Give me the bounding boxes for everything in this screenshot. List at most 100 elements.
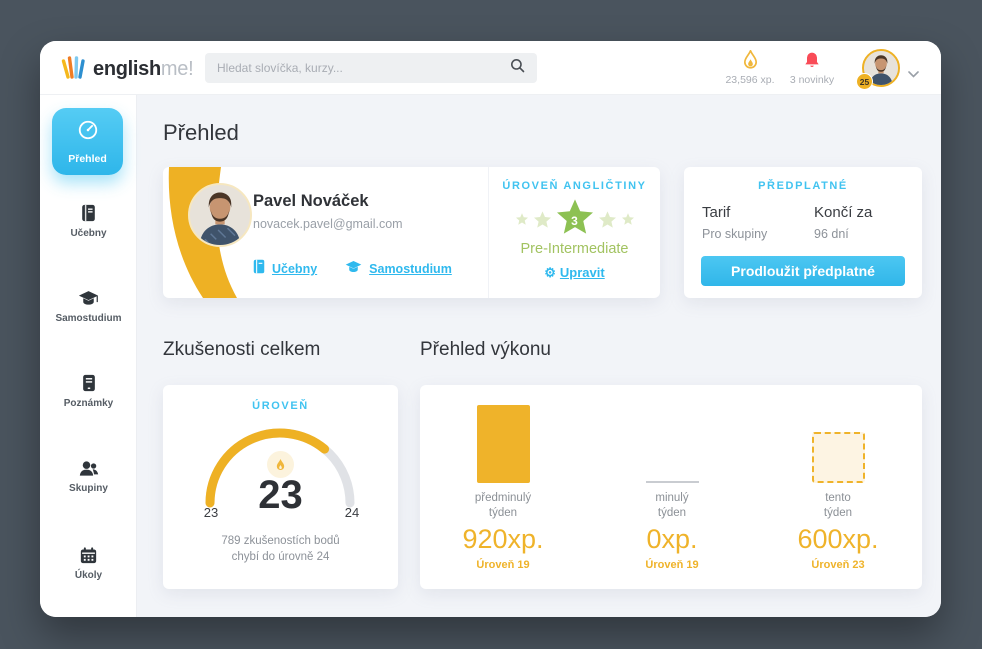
gauge-caption-line1: 789 zkušenostích bodů: [163, 533, 398, 549]
xp-section-title: Zkušenosti celkem: [163, 339, 320, 361]
calendar-icon: [40, 545, 137, 565]
current-level-value: 23: [163, 473, 398, 518]
dashboard-icon: [77, 119, 99, 146]
week-bar: [812, 432, 865, 483]
logo[interactable]: englishme!: [60, 54, 193, 85]
gauge-caption: 789 zkušenostích bodů chybí do úrovně 24: [163, 533, 398, 565]
header: englishme! 23,596 xp.: [40, 41, 941, 95]
week-bar: [646, 481, 699, 483]
week-xp-value: 920xp.: [462, 524, 543, 555]
xp-gauge-card: ÚROVEŇ 23 23 24 789 zkušenostích bodů ch…: [163, 385, 398, 589]
flame-icon: [275, 458, 286, 472]
graduation-cap-icon: [40, 288, 137, 308]
bell-icon[interactable]: [772, 49, 852, 71]
gauge-title: ÚROVEŇ: [163, 400, 398, 412]
week-xp-value: 600xp.: [797, 524, 878, 555]
search-icon[interactable]: [510, 58, 525, 78]
link-samostudium[interactable]: Samostudium: [345, 259, 452, 279]
week-level: Úroveň 19: [476, 559, 529, 571]
week-label-line2: týden: [475, 506, 531, 521]
sidebar-item-label: Samostudium: [40, 313, 137, 324]
week-label-line1: tento: [824, 491, 852, 506]
people-icon: [40, 458, 137, 478]
profile-links: Učebny Samostudium: [253, 259, 452, 279]
star-icon: [622, 213, 634, 225]
main-content: Přehled Pavel Nováček novacek.pavel@gmai…: [137, 95, 941, 617]
level-name: Pre-Intermediate: [489, 241, 660, 257]
logo-icon: [60, 54, 86, 85]
level-stars: 3: [489, 199, 660, 239]
week-label-line2: týden: [824, 506, 852, 521]
english-level-panel: ÚROVEŇ ANGLIČTINY 3 Pre-Intermediate ⚙ Up…: [489, 167, 660, 298]
week-bar: [477, 405, 530, 483]
level-badge: 25: [856, 73, 873, 90]
sidebar-item-ucebny[interactable]: Učebny: [40, 203, 137, 239]
star-value: 3: [557, 214, 593, 228]
sidebar-item-prehled[interactable]: Přehled: [52, 108, 123, 175]
sidebar-item-label: Poznámky: [40, 398, 137, 409]
subscription-card: PŘEDPLATNÉ Tarif Pro skupiny Končí za 96…: [684, 167, 922, 298]
extend-subscription-button[interactable]: Prodloužit předplatné: [701, 256, 905, 286]
book-icon: [253, 259, 265, 279]
sidebar-item-label: Přehled: [68, 153, 107, 165]
book-icon: [40, 203, 137, 223]
expiry-value: 96 dní: [814, 227, 849, 241]
star-icon: [516, 213, 528, 225]
week-column: předminulý týden 920xp. Úroveň 19: [428, 405, 578, 571]
week-label-line1: předminulý: [475, 491, 531, 506]
user-email: novacek.pavel@gmail.com: [253, 217, 403, 231]
week-label-line2: týden: [655, 506, 688, 521]
performance-section-title: Přehled výkonu: [420, 339, 551, 361]
link-label: Učebny: [272, 262, 317, 276]
gauge-caption-line2: chybí do úrovně 24: [163, 549, 398, 565]
user-name: Pavel Nováček: [253, 192, 369, 211]
logo-text-light: me!: [161, 58, 193, 80]
sidebar-item-label: Skupiny: [40, 483, 137, 494]
search-bar[interactable]: [205, 53, 537, 83]
sidebar-item-skupiny[interactable]: Skupiny: [40, 458, 137, 494]
week-label: minulý týden: [655, 491, 688, 521]
week-label: tento týden: [824, 491, 852, 521]
edit-label: Upravit: [560, 265, 605, 280]
sidebar-item-samostudium[interactable]: Samostudium: [40, 288, 137, 324]
graduation-cap-icon: [345, 260, 362, 279]
edit-level-link[interactable]: ⚙ Upravit: [489, 265, 660, 281]
english-level-title: ÚROVEŇ ANGLIČTINY: [489, 180, 660, 192]
sidebar-item-label: Učebny: [40, 228, 137, 239]
subscription-title: PŘEDPLATNÉ: [684, 180, 922, 192]
search-input[interactable]: [217, 61, 510, 75]
gear-icon: ⚙: [544, 265, 556, 281]
profile-card: Pavel Nováček novacek.pavel@gmail.com Uč…: [163, 167, 660, 298]
sidebar-item-poznamky[interactable]: Poznámky: [40, 373, 137, 409]
link-ucebny[interactable]: Učebny: [253, 259, 317, 279]
news-status[interactable]: 3 novinky: [772, 49, 852, 86]
current-star: 3: [557, 199, 593, 239]
week-label-line1: minulý: [655, 491, 688, 506]
star-icon: [599, 211, 616, 228]
week-level: Úroveň 19: [645, 559, 698, 571]
avatar: [188, 183, 252, 247]
expiry-label: Končí za: [814, 204, 872, 221]
logo-text-bold: english: [93, 58, 161, 80]
sidebar: Přehled Učebny Samostudiu: [40, 95, 137, 617]
chevron-down-icon[interactable]: [908, 65, 919, 83]
week-label: předminulý týden: [475, 491, 531, 521]
performance-card: předminulý týden 920xp. Úroveň 19 minulý…: [420, 385, 922, 589]
sidebar-item-ukoly[interactable]: Úkoly: [40, 545, 137, 581]
link-label: Samostudium: [369, 262, 452, 276]
plan-label: Tarif: [702, 204, 730, 221]
news-count: 3 novinky: [772, 74, 852, 86]
gauge-max-label: 24: [342, 505, 362, 520]
star-icon: [534, 211, 551, 228]
sidebar-item-label: Úkoly: [40, 570, 137, 581]
week-column: tento týden 600xp. Úroveň 23: [763, 405, 913, 571]
logo-text: englishme!: [93, 58, 193, 81]
gauge-min-label: 23: [201, 505, 221, 520]
notes-icon: [40, 373, 137, 393]
app-window: englishme! 23,596 xp.: [40, 41, 941, 617]
plan-value: Pro skupiny: [702, 227, 767, 241]
week-level: Úroveň 23: [811, 559, 864, 571]
week-column: minulý týden 0xp. Úroveň 19: [597, 405, 747, 571]
page-title: Přehled: [163, 120, 239, 146]
week-xp-value: 0xp.: [646, 524, 697, 555]
